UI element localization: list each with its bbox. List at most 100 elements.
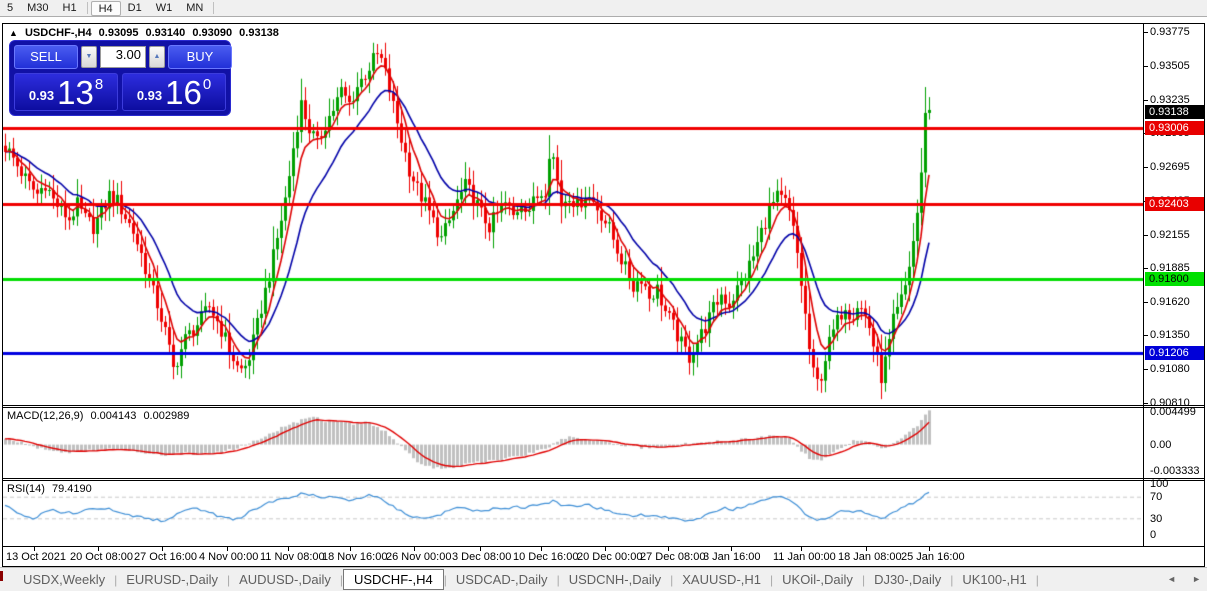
tab-separator: |	[1036, 573, 1039, 587]
sell-button[interactable]: SELL	[14, 45, 78, 69]
volume-increase-button[interactable]: ▲	[149, 46, 165, 68]
macd-pane: MACD(12,26,9) 0.004143 0.002989 0.004499…	[3, 408, 1204, 478]
time-axis-label: 4 Nov 00:00	[199, 551, 258, 563]
toolbar-separator	[87, 2, 88, 14]
price-level-badge: 0.92403	[1145, 197, 1204, 211]
trading-terminal: 5M30H1 H4D1W1MN ▲ USDCHF-,H4 0.93095 0.93…	[0, 0, 1207, 591]
chart-symbol-label: USDCHF-,H4	[25, 27, 92, 39]
price-pane: ▲ USDCHF-,H4 0.93095 0.93140 0.93090 0.9…	[3, 24, 1204, 405]
chart-tab-audusd-daily[interactable]: AUDUSD-,Daily	[230, 570, 340, 589]
chart-tab-uk100-h1[interactable]: UK100-,H1	[953, 570, 1035, 589]
collapse-chart-icon[interactable]: ▲	[9, 28, 18, 38]
timeframe-button-m30[interactable]: M30	[20, 1, 55, 16]
price-axis-tick: 0.93505	[1150, 60, 1190, 72]
chevron-up-icon: ▲	[154, 53, 161, 60]
rsi-value: 79.4190	[52, 483, 92, 495]
time-axis-label: 3 Jan 16:00	[703, 551, 761, 563]
chart-tab-dj30-daily[interactable]: DJ30-,Daily	[865, 570, 950, 589]
chart-tab-bar: USDX,Weekly|EURUSD-,Daily|AUDUSD-,Daily|…	[0, 567, 1207, 591]
time-axis-label: 18 Nov 16:00	[322, 551, 387, 563]
buy-price-display[interactable]: 0.93 16 0	[122, 73, 226, 111]
rsi-canvas[interactable]	[3, 481, 1143, 546]
price-axis-tick: 0.91350	[1150, 329, 1190, 341]
price-level-badge: 0.93006	[1145, 121, 1204, 135]
time-axis-label: 20 Oct 08:00	[70, 551, 133, 563]
rsi-label: RSI(14) 79.4190	[7, 483, 96, 495]
timeframe-button-h1[interactable]: H1	[56, 1, 84, 16]
price-level-badge: 0.93138	[1145, 105, 1204, 119]
macd-axis-tick: 0.00	[1150, 439, 1171, 451]
time-axis-label: 3 Dec 08:00	[452, 551, 511, 563]
one-click-trading-panel: SELL ▼ 3.00 ▲ BUY 0.93 13 8	[9, 40, 231, 116]
chart-tab-usdchf-h4[interactable]: USDCHF-,H4	[343, 569, 444, 590]
axis-tick-mark	[1144, 100, 1148, 101]
tab-list: USDX,Weekly|EURUSD-,Daily|AUDUSD-,Daily|…	[14, 569, 1039, 590]
timeframe-button-5[interactable]: 5	[0, 1, 20, 16]
rsi-axis-tick: 100	[1150, 478, 1168, 490]
macd-value: 0.004143	[90, 410, 136, 422]
rsi-axis-tick: 70	[1150, 491, 1162, 503]
macd-axis-tick: 0.004499	[1150, 406, 1196, 418]
chart-window: ▲ USDCHF-,H4 0.93095 0.93140 0.93090 0.9…	[2, 23, 1205, 567]
time-axis-label: 25 Jan 16:00	[901, 551, 965, 563]
rsi-name: RSI(14)	[7, 483, 45, 495]
axis-tick-mark	[1144, 66, 1148, 67]
macd-label: MACD(12,26,9) 0.004143 0.002989	[7, 410, 193, 422]
time-axis-label: 26 Nov 00:00	[386, 551, 451, 563]
toolbar-separator	[213, 2, 214, 14]
time-axis-label: 27 Dec 08:00	[640, 551, 705, 563]
tab-scroll-right-icon[interactable]: ►	[1192, 574, 1201, 584]
volume-decrease-button[interactable]: ▼	[81, 46, 97, 68]
tab-scroll-left-icon[interactable]: ◄	[1167, 574, 1176, 584]
buy-price-pips: 16	[165, 78, 202, 108]
chart-tab-xauusd-h1[interactable]: XAUUSD-,H1	[673, 570, 770, 589]
tab-scroll-nav: ◄ ►	[1167, 574, 1201, 584]
chart-tab-eurusd-daily[interactable]: EURUSD-,Daily	[117, 570, 227, 589]
sell-price-prefix: 0.93	[29, 88, 54, 103]
chart-tab-usdcad-daily[interactable]: USDCAD-,Daily	[447, 570, 557, 589]
sell-price-display[interactable]: 0.93 13 8	[14, 73, 118, 111]
rsi-pane: RSI(14) 79.4190 10070300	[3, 481, 1204, 546]
chart-tab-usdcnh-daily[interactable]: USDCNH-,Daily	[560, 570, 670, 589]
price-axis-tick: 0.91620	[1150, 296, 1190, 308]
macd-signal-value: 0.002989	[143, 410, 189, 422]
price-level-badge: 0.91206	[1145, 346, 1204, 360]
axis-tick-mark	[1144, 235, 1148, 236]
ohlc-high: 0.93140	[146, 27, 186, 39]
time-axis-label: 10 Dec 16:00	[513, 551, 578, 563]
sell-price-pips: 13	[57, 78, 94, 108]
time-axis-label: 13 Oct 2021	[6, 551, 66, 563]
time-axis[interactable]: 13 Oct 202120 Oct 08:0027 Oct 16:004 Nov…	[3, 546, 1204, 566]
macd-name: MACD(12,26,9)	[7, 410, 83, 422]
chart-tab-usdx-weekly[interactable]: USDX,Weekly	[14, 570, 114, 589]
axis-tick-mark	[1144, 32, 1148, 33]
timeframe-toolbar: 5M30H1 H4D1W1MN	[0, 0, 1207, 17]
timeframe-button-h4[interactable]: H4	[91, 1, 121, 16]
time-axis-label: 18 Jan 08:00	[838, 551, 902, 563]
price-level-badge: 0.91800	[1145, 272, 1204, 286]
axis-tick-mark	[1144, 369, 1148, 370]
timeframe-button-d1[interactable]: D1	[121, 1, 149, 16]
axis-tick-mark	[1144, 302, 1148, 303]
axis-tick-mark	[1144, 268, 1148, 269]
ohlc-close: 0.93138	[239, 27, 279, 39]
price-axis[interactable]: 0.937750.935050.932350.929650.926950.924…	[1144, 24, 1205, 405]
price-axis-tick: 0.92695	[1150, 161, 1190, 173]
chart-tab-ukoil-daily[interactable]: UKOil-,Daily	[773, 570, 862, 589]
axis-tick-mark	[1144, 403, 1148, 404]
buy-price-point: 0	[203, 76, 211, 93]
volume-input[interactable]: 3.00	[100, 46, 146, 68]
rsi-axis: 10070300	[1144, 481, 1205, 546]
price-axis-tick: 0.92155	[1150, 229, 1190, 241]
macd-axis: 0.0044990.00-0.003333	[1144, 408, 1205, 478]
chart-title: ▲ USDCHF-,H4 0.93095 0.93140 0.93090 0.9…	[9, 27, 283, 39]
rsi-axis-tick: 30	[1150, 513, 1162, 525]
price-axis-tick: 0.93775	[1150, 26, 1190, 38]
timeframe-list: 5M30H1 H4D1W1MN	[0, 0, 217, 16]
ohlc-low: 0.93090	[192, 27, 232, 39]
timeframe-button-w1[interactable]: W1	[149, 1, 180, 16]
timeframe-button-mn[interactable]: MN	[179, 1, 210, 16]
buy-button[interactable]: BUY	[168, 45, 232, 69]
axis-tick-mark	[1144, 167, 1148, 168]
chevron-down-icon: ▼	[86, 53, 93, 60]
